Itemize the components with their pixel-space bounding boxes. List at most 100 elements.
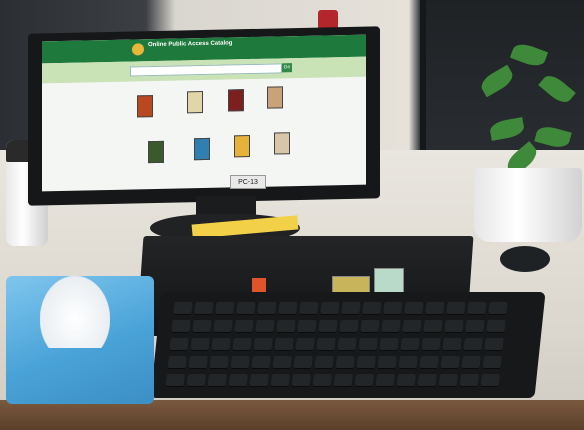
keyboard-row (165, 374, 500, 388)
keyboard-key[interactable] (232, 338, 252, 351)
keyboard-key[interactable] (207, 374, 227, 387)
keyboard-key[interactable] (488, 302, 508, 315)
keyboard-key[interactable] (234, 320, 254, 333)
book-cover[interactable] (234, 135, 250, 158)
keyboard-key[interactable] (236, 302, 256, 315)
book-cover[interactable] (148, 140, 164, 164)
opac-search-button[interactable]: Go (282, 63, 292, 73)
keyboard-key[interactable] (482, 356, 502, 369)
keyboard-key[interactable] (320, 302, 340, 315)
keyboard-key[interactable] (333, 374, 353, 387)
keyboard-key[interactable] (228, 374, 248, 387)
keyboard-key[interactable] (421, 338, 441, 351)
keyboard-key[interactable] (417, 374, 437, 387)
keyboard-key[interactable] (419, 356, 439, 369)
keyboard-key[interactable] (188, 356, 208, 369)
keyboard-key[interactable] (444, 320, 464, 333)
keyboard-key[interactable] (312, 374, 332, 387)
keyboard-key[interactable] (465, 320, 485, 333)
keyboard-key[interactable] (440, 356, 460, 369)
monitor: Online Public Access Catalog Go (28, 26, 380, 206)
keyboard-key[interactable] (278, 302, 298, 315)
keyboard-row (169, 338, 504, 352)
keyboard-key[interactable] (230, 356, 250, 369)
keyboard-key[interactable] (314, 356, 334, 369)
plant-pot (474, 168, 582, 242)
keyboard-key[interactable] (249, 374, 269, 387)
keyboard-key[interactable] (463, 338, 483, 351)
keyboard-key[interactable] (337, 338, 357, 351)
keyboard-key[interactable] (316, 338, 336, 351)
keyboard-key[interactable] (467, 302, 487, 315)
keyboard-key[interactable] (425, 302, 445, 315)
keyboard-key[interactable] (318, 320, 338, 333)
keyboard-key[interactable] (362, 302, 382, 315)
keyboard-key[interactable] (211, 338, 231, 351)
keyboard-key[interactable] (251, 356, 271, 369)
keyboard-key[interactable] (171, 320, 191, 333)
keyboard-key[interactable] (339, 320, 359, 333)
keyboard-key[interactable] (461, 356, 481, 369)
book-cover[interactable] (137, 95, 153, 118)
keyboard-key[interactable] (442, 338, 462, 351)
book-cover[interactable] (267, 86, 283, 109)
book-cover[interactable] (194, 137, 210, 161)
keyboard-key[interactable] (459, 374, 479, 387)
keyboard-key[interactable] (484, 338, 504, 351)
keyboard-key[interactable] (299, 302, 319, 315)
keyboard-key[interactable] (375, 374, 395, 387)
keyboard-key[interactable] (335, 356, 355, 369)
keyboard-key[interactable] (215, 302, 235, 315)
keyboard-key[interactable] (377, 356, 397, 369)
keyboard-key[interactable] (341, 302, 361, 315)
keyboard-key[interactable] (297, 320, 317, 333)
keyboard-key[interactable] (194, 302, 214, 315)
keyboard-key[interactable] (255, 320, 275, 333)
keyboard-key[interactable] (192, 320, 212, 333)
keyboard-key[interactable] (253, 338, 273, 351)
keyboard-key[interactable] (257, 302, 277, 315)
book-cover[interactable] (228, 89, 244, 112)
keyboard-key[interactable] (190, 338, 210, 351)
book-cover[interactable] (274, 132, 290, 155)
keyboard-key[interactable] (383, 302, 403, 315)
keyboard[interactable] (150, 292, 546, 398)
keyboard-key[interactable] (276, 320, 296, 333)
keyboard-key[interactable] (400, 338, 420, 351)
keyboard-key[interactable] (270, 374, 290, 387)
keyboard-key[interactable] (402, 320, 422, 333)
keyboard-key[interactable] (446, 302, 466, 315)
book-cover[interactable] (187, 91, 203, 114)
keyboard-row (171, 320, 506, 334)
keyboard-key[interactable] (396, 374, 416, 387)
keyboard-key[interactable] (272, 356, 292, 369)
keyboard-key[interactable] (404, 302, 424, 315)
keyboard-key[interactable] (423, 320, 443, 333)
tissue-paper (40, 276, 110, 348)
keyboard-key[interactable] (360, 320, 380, 333)
keyboard-key[interactable] (354, 374, 374, 387)
keyboard-key[interactable] (438, 374, 458, 387)
keyboard-key[interactable] (173, 302, 193, 315)
desk-scene: Online Public Access Catalog Go PC-13 (0, 0, 584, 430)
mouse[interactable] (500, 246, 550, 272)
keyboard-key[interactable] (186, 374, 206, 387)
keyboard-key[interactable] (295, 338, 315, 351)
keyboard-key[interactable] (358, 338, 378, 351)
monitor-screen: Online Public Access Catalog Go (42, 34, 366, 192)
keyboard-key[interactable] (165, 374, 185, 387)
keyboard-key[interactable] (356, 356, 376, 369)
keyboard-key[interactable] (274, 338, 294, 351)
keyboard-key[interactable] (398, 356, 418, 369)
keyboard-key[interactable] (381, 320, 401, 333)
keyboard-key[interactable] (480, 374, 500, 387)
keyboard-key[interactable] (167, 356, 187, 369)
keyboard-key[interactable] (291, 374, 311, 387)
keyboard-key[interactable] (169, 338, 189, 351)
keyboard-key[interactable] (293, 356, 313, 369)
keyboard-key[interactable] (213, 320, 233, 333)
keyboard-key[interactable] (209, 356, 229, 369)
monitor-asset-tag: PC-13 (230, 175, 266, 189)
keyboard-key[interactable] (486, 320, 506, 333)
keyboard-key[interactable] (379, 338, 399, 351)
